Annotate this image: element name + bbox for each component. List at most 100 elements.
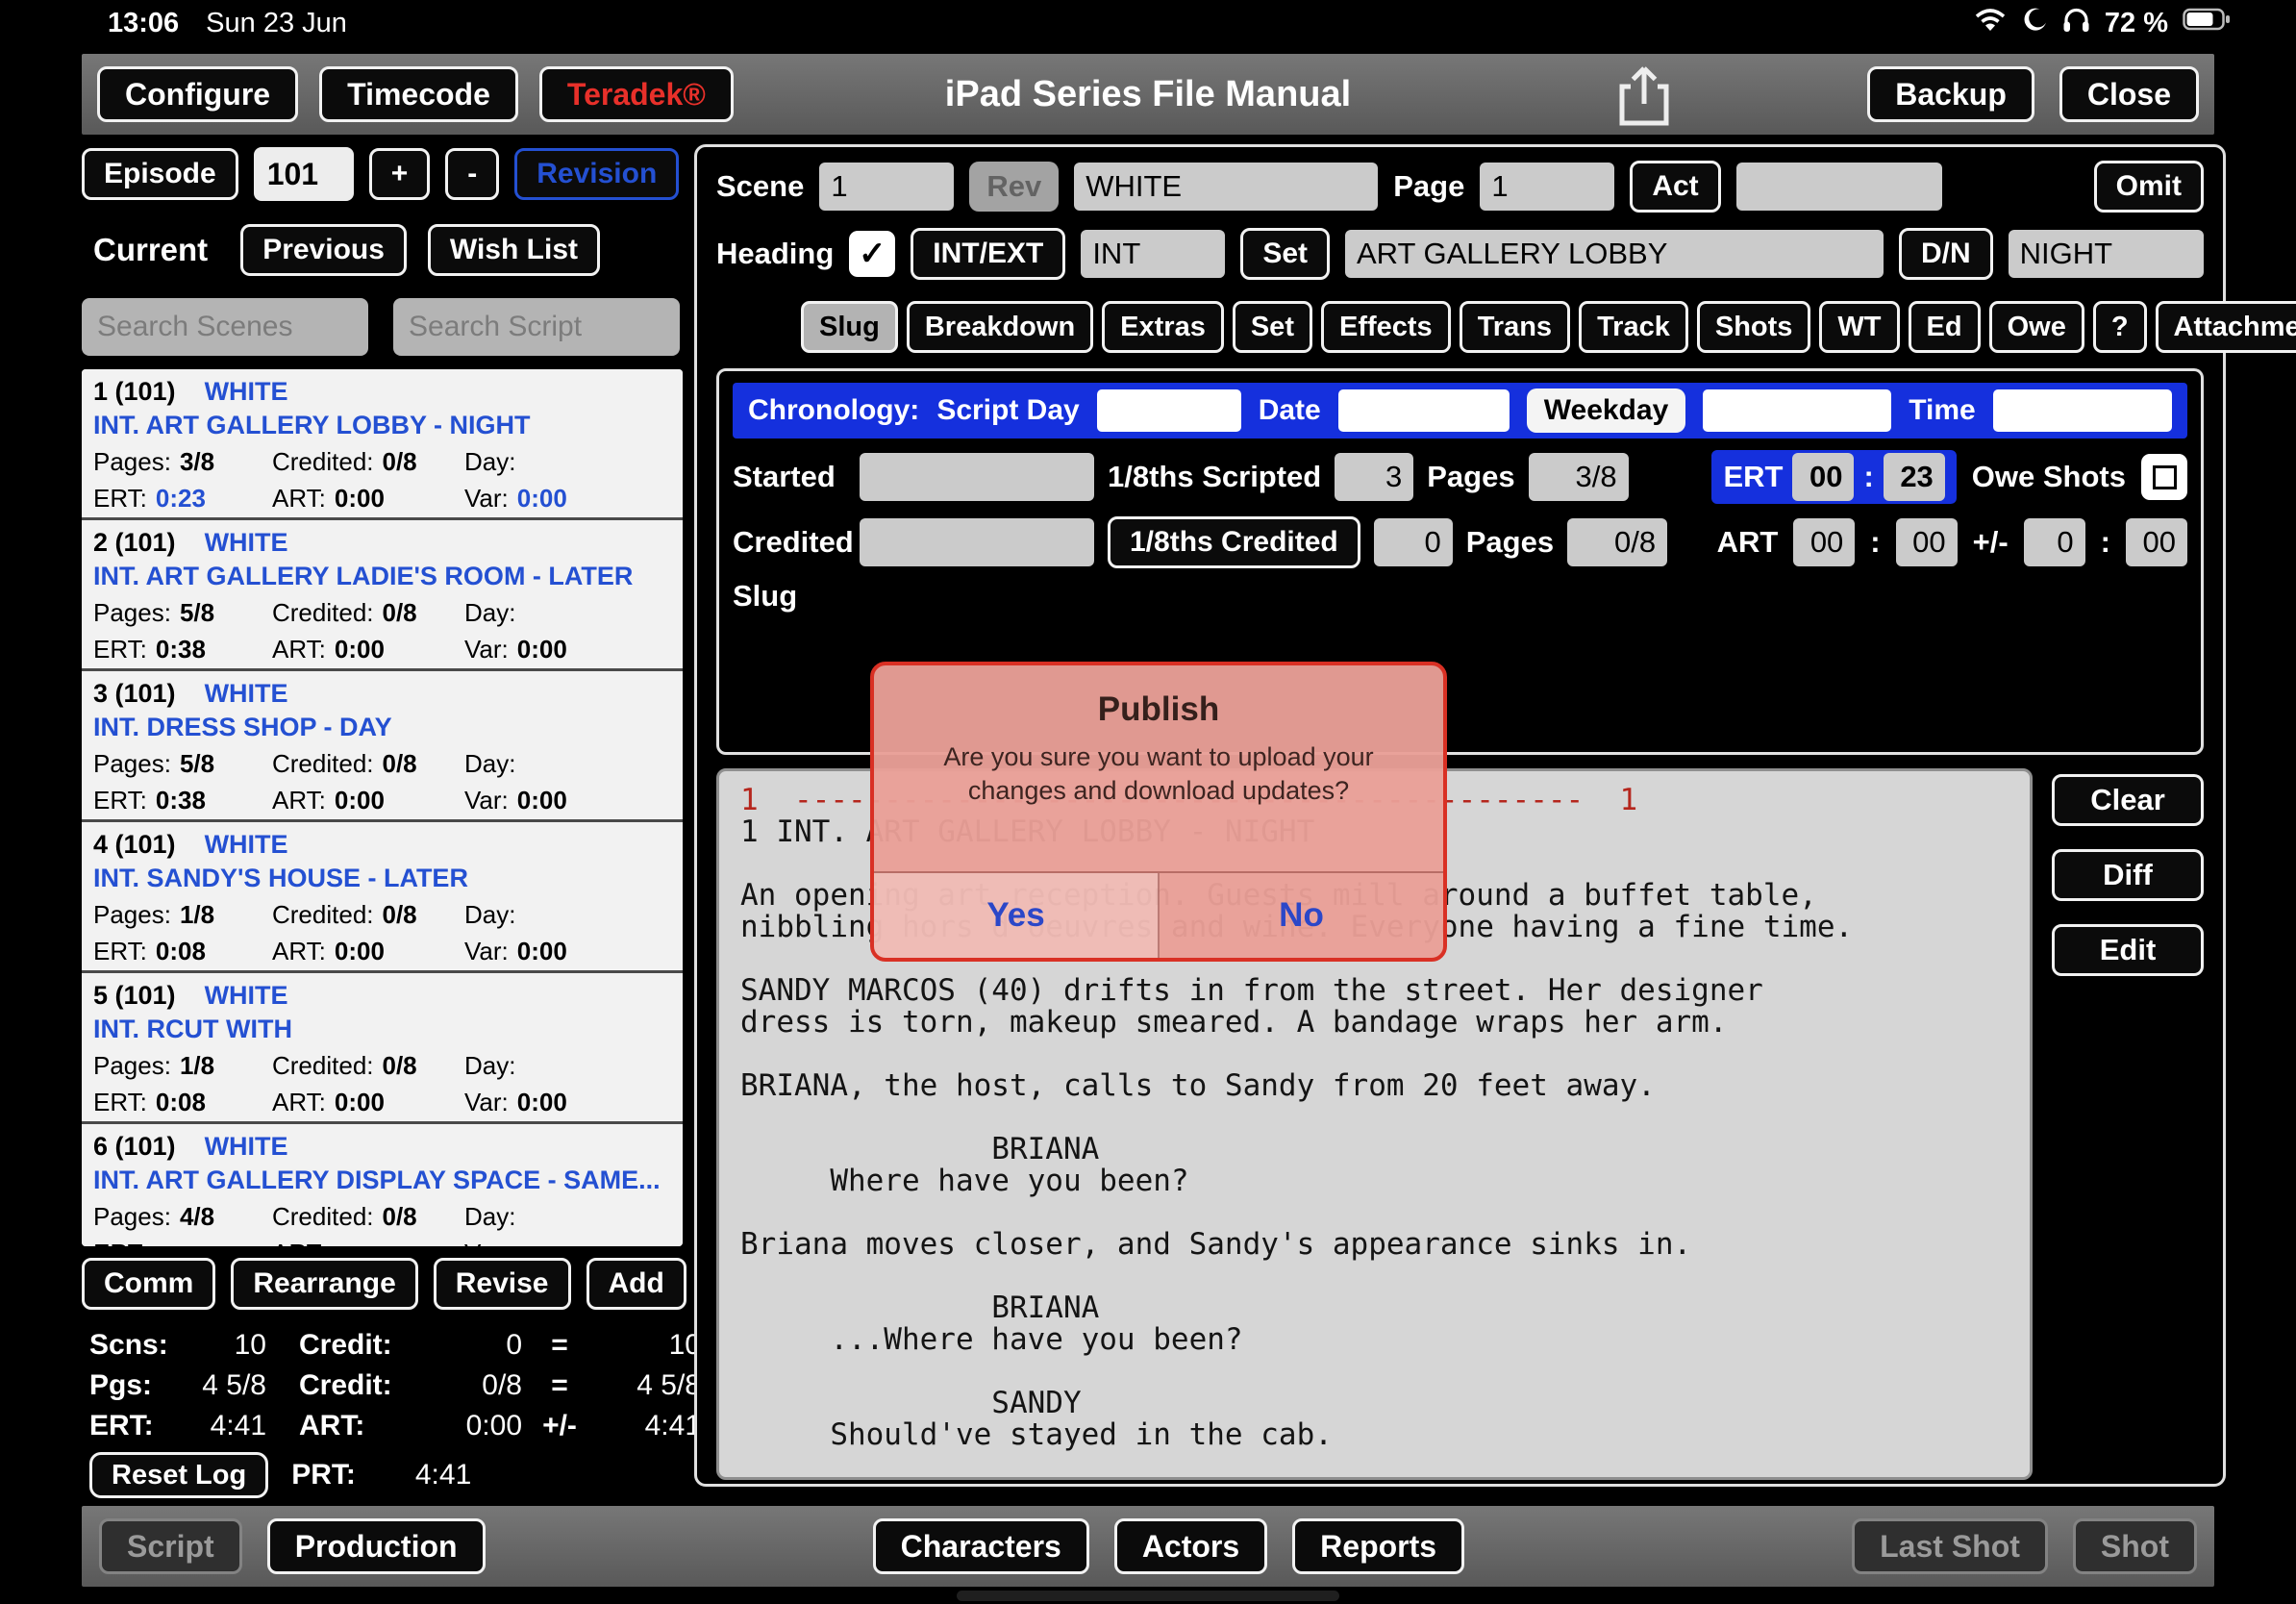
art-minutes-field[interactable]: 00 <box>1896 518 1958 566</box>
reports-button[interactable]: Reports <box>1292 1518 1464 1574</box>
add-button[interactable]: Add <box>586 1258 686 1310</box>
detail-tab[interactable]: ? <box>2093 301 2147 353</box>
script-day-field[interactable] <box>1097 389 1241 432</box>
revision-color-field[interactable]: WHITE <box>1074 163 1378 211</box>
detail-tab[interactable]: Extras <box>1102 301 1224 353</box>
detail-tab[interactable]: Slug <box>801 301 898 353</box>
detail-tab[interactable]: Ed <box>1909 301 1981 353</box>
app-title: iPad Series File Manual <box>945 74 1351 115</box>
status-bar: 13:06 Sun 23 Jun 72 % <box>0 0 2296 46</box>
page-field[interactable]: 1 <box>1480 163 1614 211</box>
tab-previous[interactable]: Previous <box>240 224 407 276</box>
episode-plus-button[interactable]: + <box>369 148 431 200</box>
omit-button[interactable]: Omit <box>2094 161 2204 213</box>
rearrange-button[interactable]: Rearrange <box>231 1258 417 1310</box>
characters-button[interactable]: Characters <box>873 1518 1089 1574</box>
date-field[interactable] <box>1338 389 1510 432</box>
weekday-button[interactable]: Weekday <box>1527 388 1686 433</box>
scene-list-item[interactable]: 3 (101) WHITE INT. DRESS SHOP - DAY Page… <box>82 671 683 822</box>
started-field[interactable] <box>860 453 1094 501</box>
credited-field[interactable] <box>860 518 1094 566</box>
configure-button[interactable]: Configure <box>97 66 298 122</box>
owe-shots-checkbox[interactable] <box>2141 454 2187 500</box>
scene-revision-color: WHITE <box>205 830 288 860</box>
scene-list-item[interactable]: 2 (101) WHITE INT. ART GALLERY LADIE'S R… <box>82 520 683 671</box>
comm-button[interactable]: Comm <box>82 1258 215 1310</box>
timecode-button[interactable]: Timecode <box>319 66 518 122</box>
backup-button[interactable]: Backup <box>1867 66 2034 122</box>
pages-credited-field[interactable]: 0/8 <box>1567 518 1667 566</box>
detail-tab[interactable]: Trans <box>1460 301 1570 353</box>
detail-tab[interactable]: Shots <box>1697 301 1811 353</box>
detail-tab[interactable]: Effects <box>1321 301 1451 353</box>
no-button[interactable]: No <box>1160 873 1443 958</box>
search-scenes-input[interactable] <box>82 298 368 356</box>
detail-tab[interactable]: Track <box>1579 301 1688 353</box>
episode-button[interactable]: Episode <box>82 148 238 200</box>
scene-list-item[interactable]: 6 (101) WHITE INT. ART GALLERY DISPLAY S… <box>82 1124 683 1246</box>
actors-button[interactable]: Actors <box>1114 1518 1267 1574</box>
scene-revision-color: WHITE <box>205 679 288 709</box>
prt-label: PRT: <box>291 1459 356 1491</box>
scene-number-field[interactable]: 1 <box>819 163 954 211</box>
revise-button[interactable]: Revise <box>434 1258 571 1310</box>
detail-tab[interactable]: Attachments <box>2156 301 2296 353</box>
scene-pages: Pages:4/8 <box>93 1202 272 1232</box>
plus-minus-minutes-field[interactable]: 00 <box>2126 518 2187 566</box>
edit-button[interactable]: Edit <box>2052 924 2204 976</box>
episode-minus-button[interactable]: - <box>445 148 499 200</box>
scene-list-item[interactable]: 1 (101) WHITE INT. ART GALLERY LOBBY - N… <box>82 369 683 520</box>
detail-tab[interactable]: Owe <box>1989 301 2084 353</box>
detail-tab[interactable]: Set <box>1233 301 1312 353</box>
eighths-scripted-field[interactable]: 3 <box>1335 453 1413 501</box>
bottom-toolbar: Script Production Characters Actors Repo… <box>82 1506 2214 1587</box>
detail-tab[interactable]: Breakdown <box>907 301 1093 353</box>
detail-tab[interactable]: WT <box>1819 301 1899 353</box>
episode-number-field[interactable]: 101 <box>254 147 354 201</box>
heading-checkbox[interactable]: ✓ <box>849 231 895 277</box>
revision-button[interactable]: Revision <box>514 148 679 200</box>
set-button[interactable]: Set <box>1240 228 1330 280</box>
share-icon[interactable] <box>1616 62 1672 132</box>
eighths-credited-button[interactable]: 1/8ths Credited <box>1108 516 1360 568</box>
scene-credited: Credited:0/8 <box>272 598 464 628</box>
eighths-credited-field[interactable]: 0 <box>1374 518 1453 566</box>
weekday-field[interactable] <box>1703 389 1891 432</box>
totals-row: Scns:10 Credit:0 =10 <box>89 1325 683 1366</box>
time-field[interactable] <box>1993 389 2172 432</box>
plus-minus-hours-field[interactable]: 0 <box>2024 518 2085 566</box>
scene-list-item[interactable]: 5 (101) WHITE INT. RCUT WITH Pages:1/8 C… <box>82 973 683 1124</box>
home-indicator[interactable] <box>957 1591 1339 1601</box>
last-shot-button[interactable]: Last Shot <box>1852 1518 2048 1574</box>
day-night-button[interactable]: D/N <box>1899 228 1993 280</box>
diff-button[interactable]: Diff <box>2052 849 2204 901</box>
set-field[interactable]: ART GALLERY LOBBY <box>1345 230 1884 278</box>
pages-scripted-field[interactable]: 3/8 <box>1529 453 1629 501</box>
ert-minutes-field[interactable]: 23 <box>1884 453 1945 501</box>
search-row <box>82 298 683 356</box>
int-ext-field[interactable]: INT <box>1081 230 1225 278</box>
publish-dialog: Publish Are you sure you want to upload … <box>870 662 1447 962</box>
scene-list-item[interactable]: 4 (101) WHITE INT. SANDY'S HOUSE - LATER… <box>82 822 683 973</box>
tab-current[interactable]: Current <box>82 232 219 268</box>
scene-ert: ERT:0:38 <box>93 786 272 815</box>
script-mode-button[interactable]: Script <box>99 1518 242 1574</box>
act-field[interactable] <box>1736 163 1942 211</box>
episode-row: Episode 101 + - Revision <box>82 144 683 204</box>
teradek-button[interactable]: Teradek® <box>539 66 734 122</box>
reset-log-button[interactable]: Reset Log <box>89 1452 268 1498</box>
ert-hours-field[interactable]: 00 <box>1792 453 1854 501</box>
battery-percent: 72 % <box>2105 8 2168 39</box>
day-night-field[interactable]: NIGHT <box>2009 230 2204 278</box>
tab-wishlist[interactable]: Wish List <box>428 224 600 276</box>
rev-button[interactable]: Rev <box>969 162 1059 212</box>
act-button[interactable]: Act <box>1630 161 1720 213</box>
production-mode-button[interactable]: Production <box>267 1518 486 1574</box>
art-hours-field[interactable]: 00 <box>1793 518 1855 566</box>
clear-button[interactable]: Clear <box>2052 774 2204 826</box>
close-button[interactable]: Close <box>2059 66 2199 122</box>
int-ext-button[interactable]: INT/EXT <box>911 228 1065 280</box>
yes-button[interactable]: Yes <box>874 873 1160 958</box>
search-script-input[interactable] <box>393 298 680 356</box>
shot-button[interactable]: Shot <box>2073 1518 2197 1574</box>
